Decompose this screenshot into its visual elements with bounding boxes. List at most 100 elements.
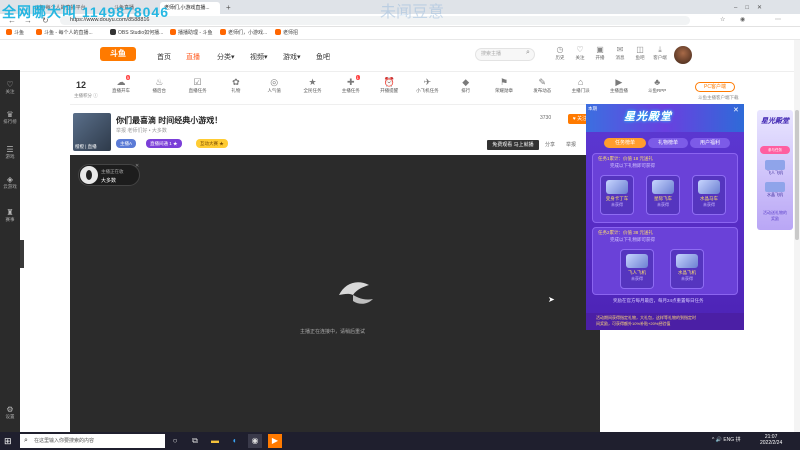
menu-icon[interactable]: ⋯ [775, 15, 781, 26]
share-link[interactable]: 分享 [545, 141, 555, 148]
toolbar-item[interactable]: ☁ 直播开车 5 [108, 75, 134, 94]
system-tray[interactable]: ^ 🔊 ENG 拼 [712, 436, 741, 443]
douyu-app-icon[interactable]: ▶ [268, 434, 282, 448]
toolbar-item[interactable]: ◎ 人气值 [261, 77, 287, 94]
toolbar-item-label: 播后台 [152, 88, 167, 93]
header-follow[interactable]: ♡ 关注 [572, 45, 588, 61]
room-tag[interactable]: 直播间通 1 ★ [146, 139, 182, 148]
carriage-icon [698, 180, 720, 194]
toolbar-item[interactable]: ✎ 发布动态 [529, 77, 555, 94]
toolbar-item[interactable]: ✿ 礼物 [223, 77, 249, 94]
bookmark-item[interactable]: 斗鱼 [6, 29, 24, 38]
toolbar-item[interactable]: ⌂ 主播门派 [568, 77, 594, 94]
report-link[interactable]: 举报 [566, 141, 576, 148]
plane-icon [765, 182, 785, 192]
watch-badge[interactable]: 免费观看 马上就播 [487, 140, 539, 150]
douyu-logo[interactable]: 斗鱼 [100, 47, 136, 61]
mouse-cursor-icon: ➤ [548, 295, 555, 304]
chat-icon: ◫ [636, 45, 644, 54]
plane-icon [765, 160, 785, 170]
toolbar-item[interactable]: ★ 全民任务 [300, 77, 326, 94]
nav-video[interactable]: 视频▾ [250, 52, 268, 62]
event-reward-item[interactable]: 飞人飞机 未获得 [620, 249, 654, 289]
event-reward-item[interactable]: 水晶马车 未获得 [692, 175, 726, 215]
anchor-avatar[interactable] [80, 166, 98, 184]
windows-start-icon[interactable]: ⊞ [4, 435, 12, 447]
event-tab-tasks[interactable]: 任务榜单 [604, 138, 646, 148]
taskbar-search-input[interactable]: 在这里输入你要搜索的内容 [20, 434, 165, 448]
event-tab-gifts[interactable]: 礼物榜单 [648, 138, 688, 148]
header-client[interactable]: ⤓ 客户端 [652, 45, 668, 61]
room-thumbnail[interactable]: 橙橙 | 直播 [73, 113, 111, 151]
sidebar-item-games[interactable]: ☰ 游戏 [0, 145, 20, 160]
scrollbar-thumb[interactable] [795, 110, 799, 240]
sidebar-item-events[interactable]: ♜ 赛事 [0, 208, 20, 223]
user-avatar[interactable] [674, 46, 692, 64]
bookmark-item[interactable]: 斗鱼 - 每个人的直播... [36, 29, 93, 38]
edge-icon[interactable]: ◐ [228, 434, 242, 448]
toolbar-item-label: 礼物 [231, 88, 241, 93]
chrome-icon[interactable]: ◉ [248, 434, 262, 448]
nav-category[interactable]: 分类▾ [217, 52, 235, 62]
toolbar-item[interactable]: ♨ 播后台 [146, 77, 172, 94]
header-history[interactable]: ◷ 历史 [552, 45, 568, 61]
window-controls[interactable]: –□✕ [730, 2, 790, 14]
event-reward-item[interactable]: 变身卡丁车 未获得 [600, 175, 634, 215]
toolbar-item[interactable]: ✈ 小飞机任务 [414, 77, 440, 94]
toolbar-item[interactable]: ☑ 直播任务 [185, 77, 211, 94]
nav-games[interactable]: 游戏▾ [283, 52, 301, 62]
profile-icon[interactable]: ◉ [740, 15, 745, 26]
event-reward-item[interactable]: 星际飞车 未获得 [646, 175, 680, 215]
browser-tab-active[interactable]: 老师们,小游戏直播... [160, 2, 220, 14]
bookmark-item[interactable]: OBS Studio如何播... [110, 29, 163, 38]
notification-badge: 5 [125, 75, 130, 80]
nav-home[interactable]: 首页 [157, 52, 171, 62]
event-reward-item[interactable]: 水晶飞机 未获得 [670, 249, 704, 289]
nav-fishbar[interactable]: 鱼吧 [316, 52, 330, 62]
mini-banner-button[interactable]: 参与任务 [760, 146, 790, 154]
sidebar-item-follow[interactable]: ♡ 关注 [0, 80, 20, 95]
cup-icon: ♜ [6, 208, 14, 217]
task-view-icon[interactable]: ○ [168, 434, 182, 448]
nav-live[interactable]: 直播 [186, 52, 200, 62]
event-task-subtitle: 完成以下礼物即可获得 [610, 163, 655, 168]
toolbar-item[interactable]: ✚ 主播任务 1 [338, 75, 364, 94]
sidebar-collapse-handle[interactable] [20, 240, 24, 268]
download-icon: ⤓ [658, 45, 662, 54]
toolbar-item[interactable]: ♣ 斗鱼RPP [644, 77, 670, 94]
extensions-icon[interactable]: ☆ [720, 15, 725, 26]
heart-icon: ♡ [576, 45, 584, 54]
toolbar-item-icon: ✈ [423, 77, 432, 87]
folder-icon[interactable]: ▬ [208, 434, 222, 448]
toolbar-item[interactable]: ⚑ 荣耀勋章 [491, 77, 517, 94]
event-mini-banner[interactable]: 星光殿堂 参与任务 飞人飞机 水晶飞机 活动送礼物的奖励 [757, 110, 793, 230]
room-tag[interactable]: 互动大赛 ★ [196, 139, 228, 148]
toolbar-item[interactable]: ◆ 排行 [453, 77, 479, 94]
search-icon[interactable]: ⌕ [526, 49, 530, 57]
close-icon[interactable]: ✕ [733, 106, 739, 114]
header-fishbar[interactable]: ◫ 鱼吧 [632, 45, 648, 61]
room-tag[interactable]: 主播A [116, 139, 137, 148]
bookmark-item[interactable]: 播播助理 - 斗鱼 [170, 29, 212, 38]
close-icon[interactable]: ✕ [135, 163, 139, 169]
room-title: 你们最喜滴 时间经典小游戏！ [116, 116, 223, 125]
task-view-icon[interactable]: ⧉ [188, 434, 202, 448]
overlay-watermark-faint: 未闻豆意 [380, 4, 445, 21]
sidebar-item-rank[interactable]: ♛ 排行榜 [0, 110, 20, 125]
toolbar-item[interactable]: ⏰ 开播提醒 [376, 77, 402, 94]
anchor-chip-subtitle: 主播正在收 [101, 169, 124, 174]
toolbar-item[interactable]: ▶ 主播直播 [606, 77, 632, 94]
toolbar-item-label: 斗鱼RPP [648, 88, 667, 93]
room-viewer-count: 3730 [540, 115, 552, 121]
system-clock[interactable]: 21:07 2022/2/24 [760, 434, 782, 446]
event-tab-welfare[interactable]: 用户福利 [690, 138, 730, 148]
header-golive[interactable]: ▣ 开播 [592, 45, 608, 61]
header-messages[interactable]: ✉ 消息 [612, 45, 628, 61]
bookmark-item[interactable]: 老师招 [275, 29, 298, 38]
sidebar-item-cloudgame[interactable]: ◈ 云游戏 [0, 175, 20, 190]
bookmark-item[interactable]: 老师们，小游戏... [220, 29, 267, 38]
sidebar-item-settings[interactable]: ⚙ 设置 [0, 405, 20, 420]
new-tab-button[interactable]: + [222, 2, 232, 14]
pc-client-button[interactable]: PC客户端 [695, 82, 735, 92]
toolbar-item-label: 排行 [461, 88, 471, 93]
